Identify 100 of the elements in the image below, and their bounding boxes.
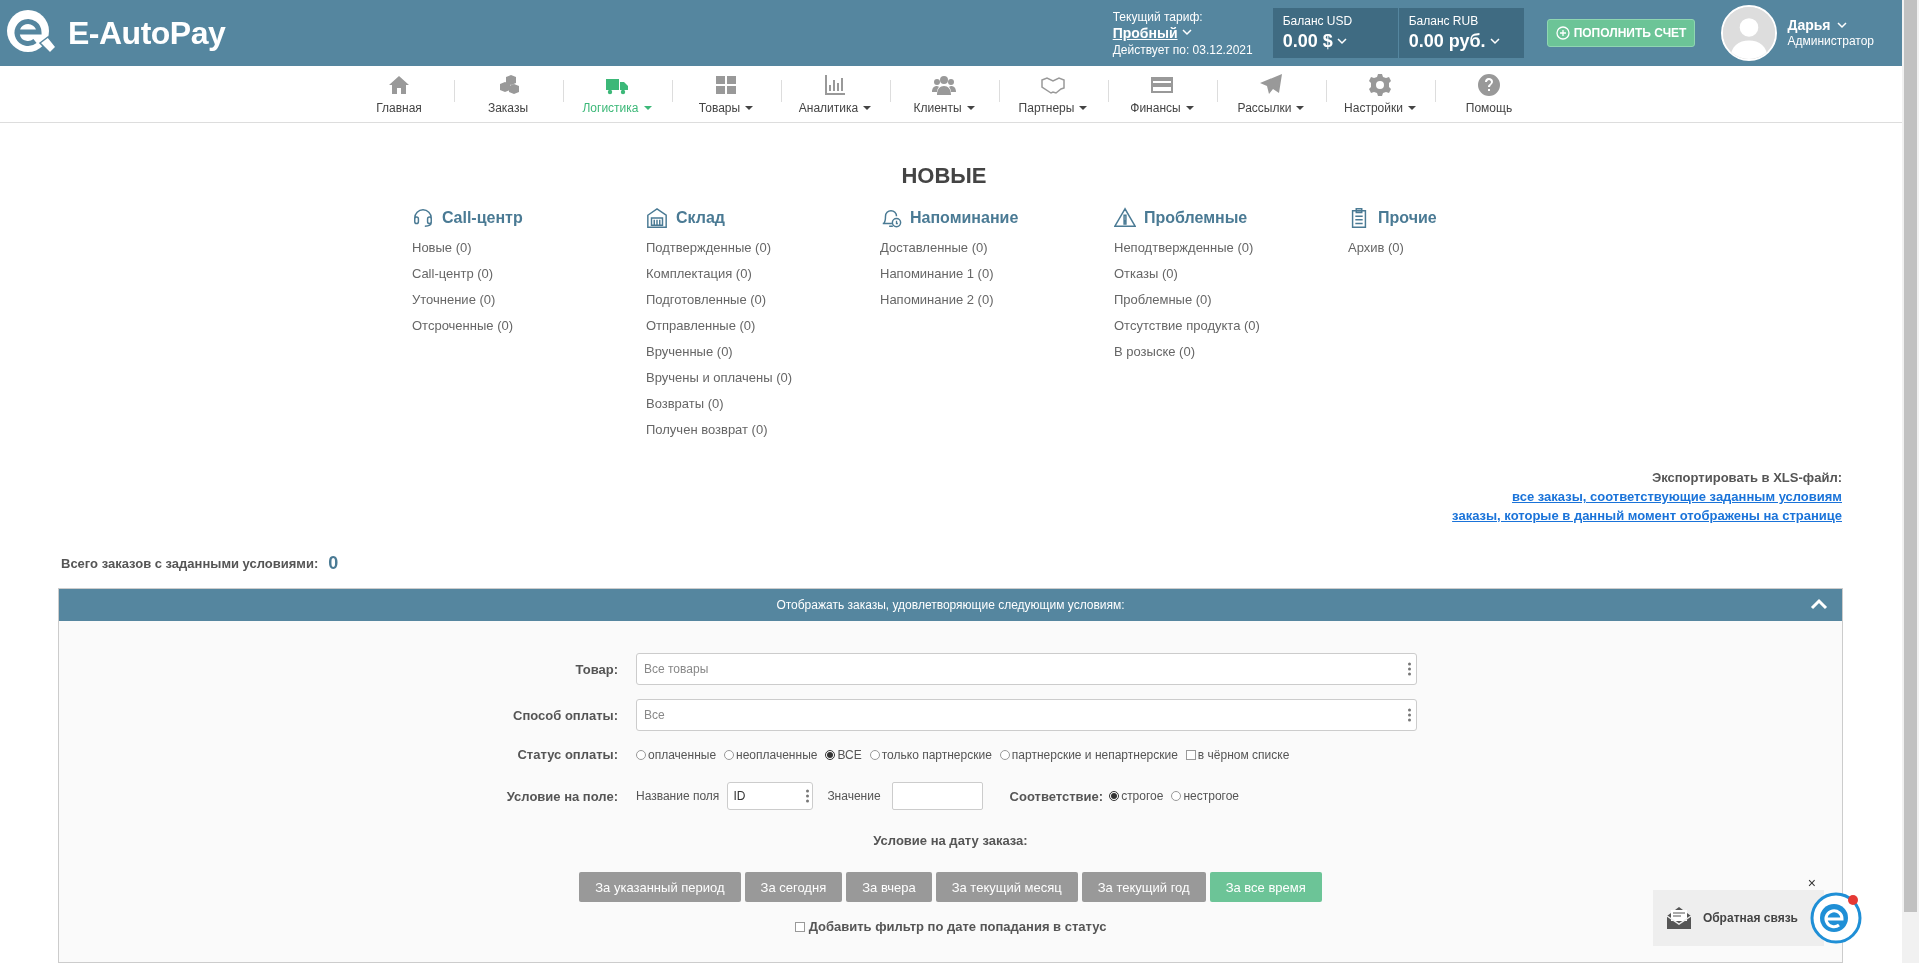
checkbox[interactable] (794, 921, 805, 932)
nav-item[interactable]: Аналитика (780, 66, 890, 122)
status-link[interactable]: Отправленные (0) (646, 313, 880, 339)
valid-until: Действует по: 03.12.2021 (1112, 41, 1253, 58)
export-label: Экспортировать в XLS-файл: (1651, 469, 1842, 487)
radio-label: партнерские и непартнерские (1011, 747, 1178, 762)
radio-button[interactable] (1171, 791, 1182, 801)
status-link[interactable]: Возвраты (0) (646, 391, 880, 417)
group-title: Склад (676, 209, 725, 227)
grid-icon (714, 73, 738, 97)
more-icon (1408, 662, 1411, 676)
status-link[interactable]: Получен возврат (0) (646, 417, 880, 443)
nav-item[interactable]: Клиенты (889, 66, 999, 122)
radio-button[interactable] (869, 749, 880, 760)
nav-item[interactable]: Партнеры (998, 66, 1108, 122)
close-button[interactable]: × (1807, 876, 1816, 890)
people-icon (932, 73, 956, 97)
status-link[interactable]: Неподтвержденные (0) (1114, 235, 1348, 261)
status-link[interactable]: В розыске (0) (1114, 339, 1348, 365)
status-link[interactable]: Вручены и оплачены (0) (646, 365, 880, 391)
status-link[interactable]: Напоминание 1 (0) (880, 261, 1114, 287)
logo-text: E-AutoPay (68, 14, 226, 52)
checkbox-label: Добавить фильтр по дате попадания в статус (808, 919, 1107, 934)
value-field[interactable] (891, 782, 983, 810)
nav-item[interactable]: Помощь (1434, 66, 1544, 122)
date-condition-label: Условие на дату заказа: (872, 833, 1029, 848)
total-value: 0 (328, 553, 339, 574)
status-link[interactable]: Проблемные (0) (1114, 287, 1348, 313)
balance-value[interactable]: 0.00 руб. (1408, 31, 1486, 52)
chat-logo-icon[interactable] (1810, 892, 1862, 944)
status-link[interactable]: Уточнение (0) (412, 287, 646, 313)
nav-item[interactable]: Настройки (1325, 66, 1435, 122)
balance-value[interactable]: 0.00 $ (1282, 31, 1333, 52)
radio-button[interactable] (1109, 791, 1120, 801)
field-label: Способ оплаты: (512, 707, 618, 723)
envelope-icon (1664, 905, 1693, 931)
radio-label: нестрогое (1183, 789, 1240, 803)
balance-label: Баланс USD (1282, 14, 1354, 28)
status-link[interactable]: Новые (0) (412, 235, 646, 261)
balance-label: Баланс RUB (1408, 14, 1480, 28)
select-field[interactable]: Все (636, 699, 1417, 731)
status-link[interactable]: Отсроченные (0) (412, 313, 646, 339)
filter-header[interactable]: Отображать заказы, удовлетворяющие следующим условиям: (59, 589, 1842, 621)
warehouse-icon (646, 207, 668, 229)
group-title: Напоминание (910, 209, 1019, 227)
status-link[interactable]: Call-центр (0) (412, 261, 646, 287)
feedback-widget[interactable]: Обратная связь (1652, 890, 1824, 946)
radio-button[interactable] (636, 749, 646, 760)
status-link[interactable]: Архив (0) (1348, 235, 1582, 261)
home-icon (387, 73, 411, 97)
status-link[interactable]: Доставленные (0) (880, 235, 1114, 261)
radio-label: строгое (1121, 789, 1164, 803)
status-link[interactable]: Врученные (0) (646, 339, 880, 365)
select-field[interactable]: Все товары (636, 653, 1417, 685)
radio-label: только партнерские (881, 747, 992, 762)
filter-title: Отображать заказы, удовлетворяющие следующим условиям: (776, 598, 1125, 612)
checkbox-label: в чёрном списке (1197, 747, 1290, 762)
value-label: Значение (827, 789, 881, 803)
warning-icon (1114, 207, 1136, 229)
group-title: Call-центр (442, 209, 523, 227)
status-link[interactable]: Подтвержденные (0) (646, 235, 880, 261)
nav-item[interactable]: Главная (344, 66, 454, 122)
nav-item[interactable]: Заказы (453, 66, 563, 122)
page-title: НОВЫЕ (900, 163, 988, 189)
field-label: Товар: (574, 661, 618, 677)
field-name-label: Название поля (636, 789, 720, 803)
nav-item[interactable]: Финансы (1107, 66, 1217, 122)
chevron-icon (1181, 29, 1192, 36)
export-link[interactable]: все заказы, соответствующие заданным условиям (1512, 487, 1842, 506)
nav-item[interactable]: Рассылки (1216, 66, 1326, 122)
tariff-link[interactable]: Пробный (1112, 24, 1192, 41)
export-link[interactable]: заказы, которые в данный момент отображены на странице (1452, 506, 1842, 525)
radio-button[interactable] (999, 749, 1010, 760)
field-label: Условие на поле: (505, 788, 618, 804)
more-icon (1408, 708, 1411, 722)
scrollbar[interactable] (1902, 0, 1919, 963)
status-link[interactable]: Комплектация (0) (646, 261, 880, 287)
help-icon (1477, 73, 1501, 97)
tariff-label: Текущий тариф: (1112, 8, 1204, 25)
nav-item[interactable]: Товары (671, 66, 781, 122)
group-title: Проблемные (1144, 209, 1248, 227)
checkbox[interactable] (1185, 749, 1196, 760)
user-name[interactable]: Дарья (1787, 17, 1874, 33)
status-link[interactable]: Подготовленные (0) (646, 287, 880, 313)
group-title: Прочие (1378, 209, 1437, 227)
field-name-select[interactable]: ID (727, 782, 814, 810)
bar-chart-icon (823, 73, 847, 97)
radio-button[interactable] (825, 749, 836, 760)
status-link[interactable]: Отсутствие продукта (0) (1114, 313, 1348, 339)
status-link[interactable]: Отказы (0) (1114, 261, 1348, 287)
radio-label: ВСЕ (837, 747, 862, 762)
chevron-icon (1336, 38, 1347, 45)
select-input[interactable]: Все (642, 707, 1408, 723)
collapse-icon[interactable] (1810, 597, 1828, 611)
radio-button[interactable] (724, 749, 735, 760)
chevron-icon (1489, 38, 1500, 45)
status-link[interactable]: Напоминание 2 (0) (880, 287, 1114, 313)
settings-icon (1368, 73, 1392, 97)
match-label: Соответствие: (1009, 788, 1104, 804)
select-input[interactable]: Все товары (642, 661, 1408, 677)
